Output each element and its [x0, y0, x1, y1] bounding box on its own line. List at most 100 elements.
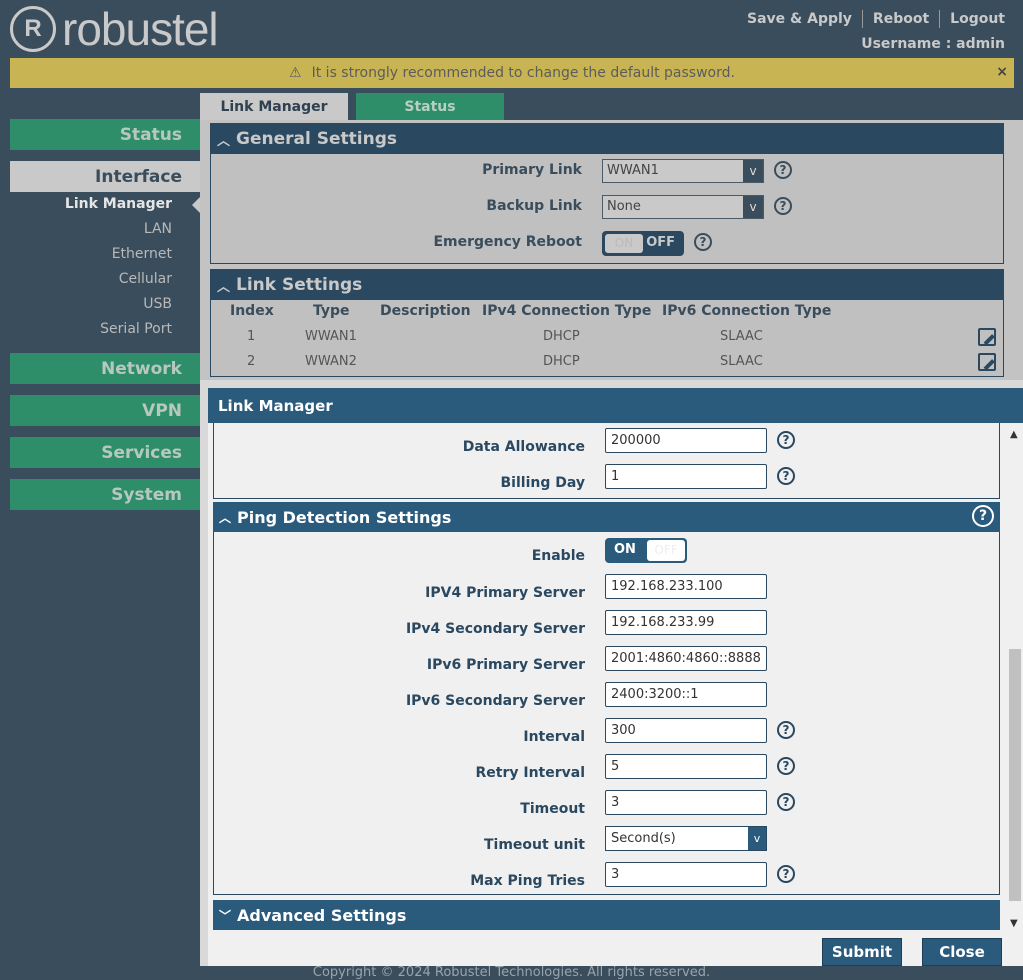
data-allowance-input[interactable]: 200000: [605, 428, 767, 453]
reboot-link[interactable]: Reboot: [873, 11, 929, 27]
timeout-input[interactable]: 3: [605, 790, 767, 815]
sidebar-vpn[interactable]: VPN: [10, 395, 200, 426]
max-ping-tries-input[interactable]: 3: [605, 862, 767, 887]
panel-title: General Settings: [236, 129, 397, 149]
ipv6-secondary-server-input[interactable]: 2400:3200::1: [605, 682, 767, 707]
primary-link-label: Primary Link: [482, 162, 582, 178]
link-manager-dialog: Link Manager Data Allowance 200000 ? Bil…: [200, 380, 1023, 966]
table-cell-ipv6: SLAAC: [720, 354, 763, 369]
sidebar-interface[interactable]: Interface: [10, 161, 200, 192]
retry-interval-input[interactable]: 5: [605, 754, 767, 779]
logo-text: robustel: [62, 3, 219, 55]
ipv4-secondary-server-label: IPv4 Secondary Server: [405, 621, 585, 637]
logo-mark-icon: R: [10, 6, 56, 52]
sidebar-item-serial-port[interactable]: Serial Port: [10, 321, 172, 337]
data-allowance-label: Data Allowance: [462, 439, 585, 455]
backup-link-label: Backup Link: [486, 198, 582, 214]
column-header-index: Index: [230, 303, 274, 319]
table-cell-ipv6: SLAAC: [720, 329, 763, 344]
primary-link-select[interactable]: WWAN1 v: [602, 159, 764, 183]
table-cell-index: 2: [247, 354, 256, 369]
panel-title: Link Settings: [236, 275, 363, 295]
column-header-ipv6: IPv6 Connection Type: [662, 303, 832, 319]
toggle-state: OFF: [646, 235, 675, 250]
tab-link-manager[interactable]: Link Manager: [200, 93, 348, 120]
table-cell-ipv4: DHCP: [543, 354, 580, 369]
edit-icon[interactable]: [978, 353, 996, 371]
help-icon[interactable]: ?: [777, 793, 795, 811]
help-icon[interactable]: ?: [777, 757, 795, 775]
sidebar-system[interactable]: System: [10, 479, 200, 510]
interval-input[interactable]: 300: [605, 718, 767, 743]
dialog-title: Link Manager: [208, 388, 1023, 423]
general-settings-header[interactable]: ︿ General Settings: [211, 124, 1003, 154]
emergency-reboot-label: Emergency Reboot: [433, 234, 582, 250]
section-title: Advanced Settings: [237, 905, 407, 925]
table-cell-type: WWAN2: [305, 354, 357, 369]
chevron-down-icon: v: [743, 196, 763, 218]
help-icon[interactable]: ?: [774, 197, 792, 215]
advanced-settings-header[interactable]: ﹀ Advanced Settings: [213, 900, 1000, 930]
chevron-up-icon: ︿: [217, 279, 231, 295]
sidebar-item-cellular[interactable]: Cellular: [10, 271, 172, 287]
table-cell-index: 1: [247, 329, 256, 344]
timeout-unit-select[interactable]: Second(s) v: [605, 826, 767, 851]
sidebar-item-usb[interactable]: USB: [10, 296, 172, 312]
timeout-unit-label: Timeout unit: [483, 837, 585, 853]
enable-toggle[interactable]: ON OFF: [605, 538, 687, 563]
link-settings-header[interactable]: ︿ Link Settings: [211, 270, 1003, 300]
help-icon[interactable]: ?: [777, 865, 795, 883]
help-icon[interactable]: ?: [694, 233, 712, 251]
close-button[interactable]: Close: [922, 938, 1002, 966]
submit-button[interactable]: Submit: [822, 938, 902, 966]
retry-interval-label: Retry Interval: [475, 765, 585, 781]
dialog-scrollbar[interactable]: ▲ ▼: [1007, 423, 1023, 931]
ipv4-primary-server-label: IPV4 Primary Server: [425, 585, 585, 601]
backup-link-select[interactable]: None v: [602, 195, 764, 219]
sidebar-item-link-manager[interactable]: Link Manager: [10, 196, 172, 212]
help-icon[interactable]: ?: [774, 161, 792, 179]
sidebar-item-ethernet[interactable]: Ethernet: [10, 246, 172, 262]
scrollbar-thumb[interactable]: [1009, 649, 1021, 901]
close-icon[interactable]: ×: [996, 64, 1008, 80]
scroll-up-icon[interactable]: ▲: [1010, 429, 1018, 440]
dialog-body: Data Allowance 200000 ? Billing Day 1 ? …: [208, 423, 1023, 931]
edit-icon[interactable]: [978, 328, 996, 346]
timeout-unit-value: Second(s): [611, 831, 676, 846]
password-warning-banner: ⚠ It is strongly recommended to change t…: [10, 58, 1014, 88]
column-header-description: Description: [380, 303, 471, 319]
primary-link-value: WWAN1: [607, 163, 659, 178]
top-links: Save & Apply Reboot Logout: [747, 10, 1005, 28]
ipv4-primary-server-input[interactable]: 192.168.233.100: [605, 574, 767, 599]
ping-detection-header[interactable]: ︿ Ping Detection Settings ?: [213, 502, 1000, 532]
toggle-knob: OFF: [647, 540, 685, 561]
billing-day-input[interactable]: 1: [605, 464, 767, 489]
chevron-up-icon: ︿: [219, 510, 232, 525]
save-apply-link[interactable]: Save & Apply: [747, 11, 852, 27]
ipv6-secondary-server-label: IPv6 Secondary Server: [405, 693, 585, 709]
tab-status[interactable]: Status: [356, 93, 504, 120]
chevron-down-icon: v: [743, 160, 763, 182]
ipv4-secondary-server-input[interactable]: 192.168.233.99: [605, 610, 767, 635]
divider: [939, 10, 941, 28]
sidebar-status[interactable]: Status: [10, 119, 200, 150]
toggle-knob: ON: [605, 234, 643, 253]
help-icon[interactable]: ?: [972, 505, 994, 527]
table-cell-type: WWAN1: [305, 329, 357, 344]
emergency-reboot-toggle[interactable]: ON OFF: [602, 231, 684, 256]
warning-text: It is strongly recommended to change the…: [311, 65, 735, 81]
max-ping-tries-label: Max Ping Tries: [470, 873, 585, 889]
help-icon[interactable]: ?: [777, 467, 795, 485]
chevron-up-icon: ︿: [217, 133, 231, 149]
sidebar-item-lan[interactable]: LAN: [10, 221, 172, 237]
copyright-footer: Copyright © 2024 Robustel Technologies. …: [312, 965, 711, 980]
sidebar-network[interactable]: Network: [10, 353, 200, 384]
logout-link[interactable]: Logout: [950, 11, 1005, 27]
toggle-state: ON: [614, 542, 636, 557]
scroll-down-icon[interactable]: ▼: [1010, 918, 1018, 929]
enable-label: Enable: [531, 548, 585, 564]
sidebar-services[interactable]: Services: [10, 437, 200, 468]
help-icon[interactable]: ?: [777, 431, 795, 449]
ipv6-primary-server-input[interactable]: 2001:4860:4860::8888: [605, 646, 767, 671]
help-icon[interactable]: ?: [777, 721, 795, 739]
